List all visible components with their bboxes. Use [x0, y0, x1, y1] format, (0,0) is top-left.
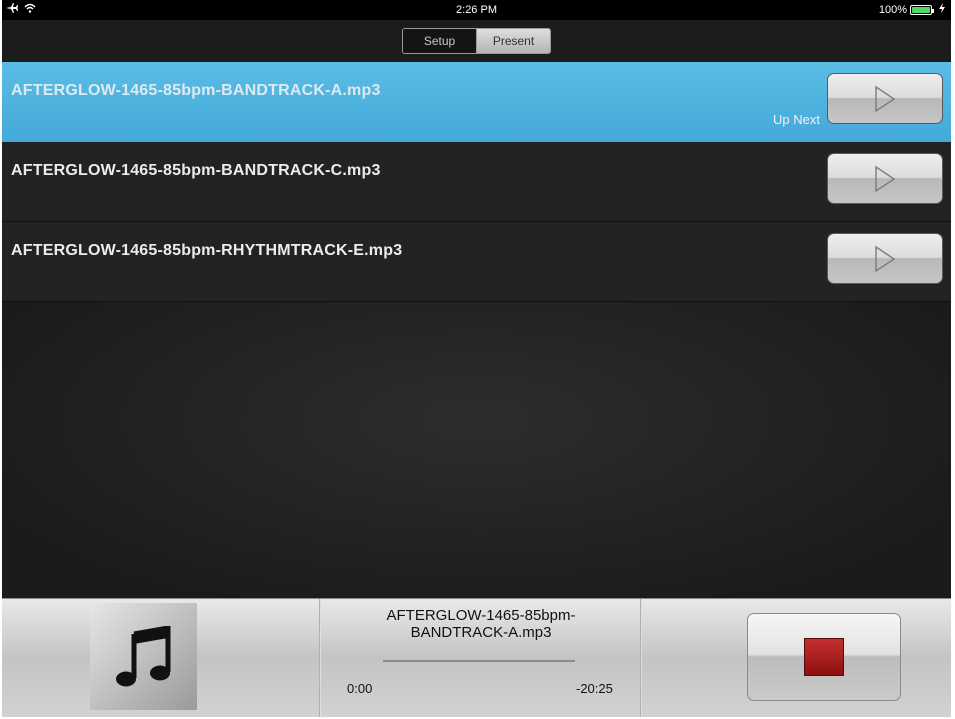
progress-bar[interactable] — [383, 660, 575, 662]
battery-percent: 100% — [878, 3, 907, 16]
mode-bar: Setup Present — [2, 20, 951, 62]
battery-icon — [910, 4, 934, 15]
status-bar: 2:26 PM 100% — [2, 0, 951, 20]
track-title: AFTERGLOW-1465-85bpm-RHYTHMTRACK-E.mp3 — [11, 242, 403, 259]
music-note-icon — [115, 625, 170, 686]
segment-present[interactable]: Present — [477, 29, 550, 53]
now-playing-title-line2: BANDTRACK-A.mp3 — [410, 624, 552, 641]
app-screen: 2:26 PM 100% Setup Present AFTERGLOW-146… — [2, 0, 951, 717]
charging-icon — [939, 3, 945, 16]
track-list: AFTERGLOW-1465-85bpm-BANDTRACK-A.mp3 AFT… — [2, 62, 951, 302]
track-title: AFTERGLOW-1465-85bpm-BANDTRACK-C.mp3 — [11, 162, 381, 179]
track-title: AFTERGLOW-1465-85bpm-BANDTRACK-A.mp3 — [11, 82, 381, 99]
track-row[interactable]: AFTERGLOW-1465-85bpm-RHYTHMTRACK-E.mp3 — [2, 222, 951, 302]
remaining-time: -20:25 — [576, 681, 613, 696]
now-playing-bar: AFTERGLOW-1465-85bpm- BANDTRACK-A.mp3 0:… — [2, 598, 951, 717]
up-next-label: Up Next — [773, 112, 820, 127]
play-icon — [875, 85, 896, 112]
status-time: 2:26 PM — [456, 4, 497, 16]
stop-button[interactable] — [747, 613, 901, 701]
play-button[interactable] — [827, 153, 943, 204]
battery-level — [912, 6, 930, 13]
segment-setup[interactable]: Setup — [403, 29, 477, 53]
play-icon — [875, 245, 896, 272]
status-right: 100% — [879, 3, 945, 16]
track-row[interactable]: AFTERGLOW-1465-85bpm-BANDTRACK-C.mp3 — [2, 142, 951, 222]
mode-segmented-control[interactable]: Setup Present — [402, 28, 551, 54]
play-button[interactable] — [827, 233, 943, 284]
stop-icon — [804, 638, 844, 676]
track-row[interactable]: AFTERGLOW-1465-85bpm-BANDTRACK-A.mp3 — [2, 62, 951, 142]
now-playing-title-line1: AFTERGLOW-1465-85bpm- — [386, 607, 576, 624]
divider — [640, 599, 642, 717]
now-playing-title: AFTERGLOW-1465-85bpm- BANDTRACK-A.mp3 — [320, 607, 642, 641]
elapsed-time: 0:00 — [347, 681, 373, 696]
play-icon — [875, 165, 896, 192]
album-artwork — [90, 603, 197, 710]
play-button[interactable] — [827, 73, 943, 124]
empty-list-area — [2, 302, 951, 598]
